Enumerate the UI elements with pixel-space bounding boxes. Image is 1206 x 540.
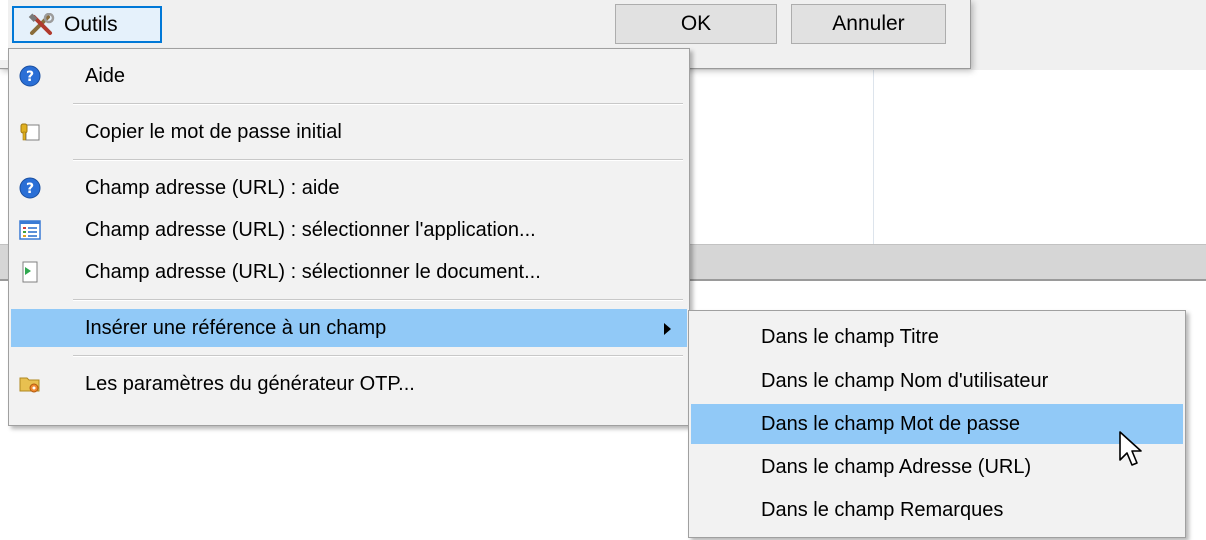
menu-item-help[interactable]: ? Aide <box>11 57 687 95</box>
submenu-item-url-field[interactable]: Dans le champ Adresse (URL) <box>691 447 1183 487</box>
menu-item-label: Les paramètres du générateur OTP... <box>85 372 415 395</box>
help-icon: ? <box>19 65 41 87</box>
submenu-item-username-field[interactable]: Dans le champ Nom d'utilisateur <box>691 361 1183 401</box>
tools-menu: ? Aide Copier le mot de passe initial ? … <box>8 48 690 426</box>
submenu-item-label: Dans le champ Titre <box>761 325 939 348</box>
menu-separator <box>73 103 683 105</box>
submenu-item-label: Dans le champ Remarques <box>761 498 1004 521</box>
application-list-icon <box>19 220 41 240</box>
menu-separator <box>73 299 683 301</box>
submenu-arrow-icon <box>664 323 671 335</box>
menu-item-label: Champ adresse (URL) : sélectionner le do… <box>85 260 541 283</box>
menu-item-url-select-document[interactable]: Champ adresse (URL) : sélectionner le do… <box>11 253 687 291</box>
menu-item-label: Champ adresse (URL) : sélectionner l'app… <box>85 218 536 241</box>
menu-separator <box>73 355 683 357</box>
menu-item-otp-generator-settings[interactable]: Les paramètres du générateur OTP... <box>11 365 687 403</box>
submenu-item-notes-field[interactable]: Dans le champ Remarques <box>691 490 1183 530</box>
ok-button[interactable]: OK <box>615 4 777 44</box>
menu-item-url-select-application[interactable]: Champ adresse (URL) : sélectionner l'app… <box>11 211 687 249</box>
submenu-item-label: Dans le champ Mot de passe <box>761 412 1021 435</box>
submenu-item-title-field[interactable]: Dans le champ Titre <box>691 317 1183 357</box>
svg-text:?: ? <box>26 181 34 197</box>
document-icon <box>22 261 38 283</box>
menu-item-label: Champ adresse (URL) : aide <box>85 176 340 199</box>
menu-item-copy-initial-password[interactable]: Copier le mot de passe initial <box>11 113 687 151</box>
folder-gear-icon <box>19 377 40 393</box>
key-icon <box>20 123 40 141</box>
menu-item-label: Copier le mot de passe initial <box>85 120 342 143</box>
submenu-item-password-field[interactable]: Dans le champ Mot de passe <box>691 404 1183 444</box>
svg-text:?: ? <box>26 69 34 85</box>
help-icon: ? <box>19 177 41 199</box>
cancel-button[interactable]: Annuler <box>791 4 946 44</box>
field-reference-submenu: Dans le champ Titre Dans le champ Nom d'… <box>688 310 1186 538</box>
tools-button[interactable]: Outils <box>12 6 162 43</box>
submenu-item-label: Dans le champ Nom d'utilisateur <box>761 369 1049 392</box>
tools-button-label: Outils <box>64 12 118 36</box>
window-edge <box>0 0 8 60</box>
submenu-item-label: Dans le champ Adresse (URL) <box>761 455 1032 478</box>
mouse-cursor-icon <box>1119 431 1142 466</box>
menu-item-insert-field-reference[interactable]: Insérer une référence à un champ <box>11 309 687 347</box>
tools-icon <box>28 12 55 35</box>
menu-separator <box>73 159 683 161</box>
menu-item-label: Insérer une référence à un champ <box>85 316 387 339</box>
column-divider <box>873 70 874 245</box>
menu-item-label: Aide <box>85 64 126 87</box>
menu-item-url-help[interactable]: ? Champ adresse (URL) : aide <box>11 169 687 207</box>
